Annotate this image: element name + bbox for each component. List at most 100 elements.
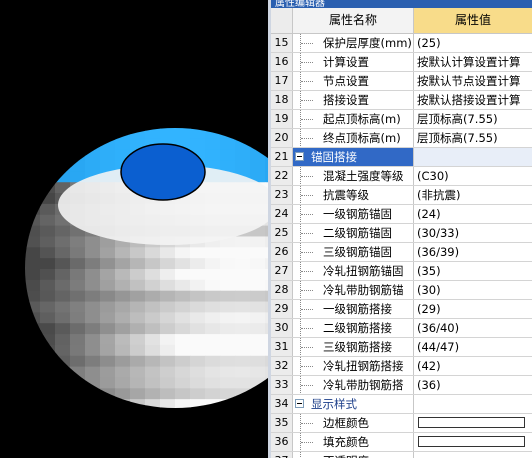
property-name-cell[interactable]: 起点顶标高(m) (293, 110, 414, 128)
property-value-cell[interactable]: (30/33) (414, 224, 532, 242)
property-name-cell[interactable]: 三级钢筋锚固 (293, 243, 414, 261)
tree-branch (301, 119, 313, 121)
property-value-cell[interactable] (414, 452, 532, 458)
tree-branch (301, 214, 313, 216)
property-value-cell[interactable]: (36/40) (414, 319, 532, 337)
property-name-label: 冷轧扭钢筋搭接 (323, 359, 404, 373)
property-value-cell[interactable] (414, 433, 532, 451)
property-row[interactable]: 36 填充颜色 (271, 433, 532, 452)
collapse-icon[interactable] (295, 152, 304, 161)
property-name-cell[interactable]: 填充颜色 (293, 433, 414, 451)
property-row[interactable]: 29 一级钢筋搭接 (29) (271, 300, 532, 319)
property-value-cell[interactable]: (30) (414, 281, 532, 299)
row-index: 15 (271, 34, 293, 52)
property-row[interactable]: 28 冷轧带肋钢筋锚 (30) (271, 281, 532, 300)
property-name-cell[interactable]: 冷轧扭钢筋锚固 (293, 262, 414, 280)
property-name-cell[interactable]: 显示样式 (293, 395, 414, 413)
property-row[interactable]: 20 终点顶标高(m) 层顶标高(7.55) (271, 129, 532, 148)
3d-viewport[interactable] (0, 0, 268, 458)
property-name-cell[interactable]: 不透明度 (293, 452, 414, 458)
property-name-cell[interactable]: 终点顶标高(m) (293, 129, 414, 147)
property-name-label: 边框颜色 (323, 416, 369, 430)
property-name-label: 显示样式 (311, 397, 357, 411)
property-value-cell[interactable] (414, 414, 532, 432)
property-value-cell[interactable]: (36) (414, 376, 532, 394)
tree-line (300, 452, 302, 458)
row-index: 27 (271, 262, 293, 280)
property-row[interactable]: 23 抗震等级 (非抗震) (271, 186, 532, 205)
tree-branch (301, 271, 313, 273)
property-value-cell[interactable]: (42) (414, 357, 532, 375)
tree-branch (301, 328, 313, 330)
property-value-cell[interactable] (414, 395, 532, 413)
property-value-cell[interactable]: 按默认计算设置计算 (414, 53, 532, 71)
property-name-cell[interactable]: 节点设置 (293, 72, 414, 90)
property-name-cell[interactable]: 计算设置 (293, 53, 414, 71)
property-row[interactable]: 15 保护层厚度(mm) (25) (271, 34, 532, 53)
property-name-cell[interactable]: 一级钢筋锚固 (293, 205, 414, 223)
property-group-row[interactable]: 21 锚固搭接 (271, 148, 532, 167)
property-row[interactable]: 37 不透明度 (271, 452, 532, 458)
property-name-cell[interactable]: 一级钢筋搭接 (293, 300, 414, 318)
property-name-label: 一级钢筋锚固 (323, 207, 392, 221)
collapse-icon[interactable] (295, 399, 304, 408)
property-value-cell[interactable]: (24) (414, 205, 532, 223)
property-row[interactable]: 35 边框颜色 (271, 414, 532, 433)
tree-branch (301, 252, 313, 254)
row-index: 34 (271, 395, 293, 413)
property-row[interactable]: 19 起点顶标高(m) 层顶标高(7.55) (271, 110, 532, 129)
color-swatch[interactable] (418, 417, 525, 428)
property-name-cell[interactable]: 保护层厚度(mm) (293, 34, 414, 52)
property-value-cell[interactable] (414, 148, 532, 166)
row-index: 16 (271, 53, 293, 71)
property-value-cell[interactable]: 按默认节点设置计算 (414, 72, 532, 90)
color-swatch[interactable] (418, 436, 525, 447)
property-name-cell[interactable]: 二级钢筋搭接 (293, 319, 414, 337)
property-name-cell[interactable]: 冷轧扭钢筋搭接 (293, 357, 414, 375)
tree-branch (301, 138, 313, 140)
property-value-cell[interactable]: (C30) (414, 167, 532, 185)
property-row[interactable]: 25 二级钢筋锚固 (30/33) (271, 224, 532, 243)
row-index: 22 (271, 167, 293, 185)
property-value-label: (44/47) (417, 340, 460, 354)
property-name-cell[interactable]: 混凝土强度等级 (293, 167, 414, 185)
property-row[interactable]: 31 三级钢筋搭接 (44/47) (271, 338, 532, 357)
property-row[interactable]: 18 搭接设置 按默认搭接设置计算 (271, 91, 532, 110)
property-row[interactable]: 27 冷轧扭钢筋锚固 (35) (271, 262, 532, 281)
property-value-cell[interactable]: 层顶标高(7.55) (414, 110, 532, 128)
property-row[interactable]: 30 二级钢筋搭接 (36/40) (271, 319, 532, 338)
property-name-cell[interactable]: 边框颜色 (293, 414, 414, 432)
property-value-cell[interactable]: (29) (414, 300, 532, 318)
property-value-cell[interactable]: 按默认搭接设置计算 (414, 91, 532, 109)
property-value-cell[interactable]: 层顶标高(7.55) (414, 129, 532, 147)
property-name-label: 填充颜色 (323, 435, 369, 449)
property-row[interactable]: 24 一级钢筋锚固 (24) (271, 205, 532, 224)
property-value-cell[interactable]: (35) (414, 262, 532, 280)
property-name-cell[interactable]: 锚固搭接 (293, 148, 414, 166)
property-name-cell[interactable]: 搭接设置 (293, 91, 414, 109)
property-name-cell[interactable]: 二级钢筋锚固 (293, 224, 414, 242)
property-row[interactable]: 26 三级钢筋锚固 (36/39) (271, 243, 532, 262)
property-name-cell[interactable]: 冷轧带肋钢筋锚 (293, 281, 414, 299)
property-rows: 15 保护层厚度(mm) (25) 16 计算设置 按默认计算设置计算 17 节点设置 按默认节… (271, 34, 532, 458)
property-row[interactable]: 22 混凝土强度等级 (C30) (271, 167, 532, 186)
property-value-label: (36) (417, 378, 441, 392)
property-name-label: 三级钢筋锚固 (323, 245, 392, 259)
property-name-cell[interactable]: 冷轧带肋钢筋搭 (293, 376, 414, 394)
property-group-row[interactable]: 34 显示样式 (271, 395, 532, 414)
header-property-value: 属性值 (414, 8, 532, 34)
property-row[interactable]: 32 冷轧扭钢筋搭接 (42) (271, 357, 532, 376)
property-value-cell[interactable]: (非抗震) (414, 186, 532, 204)
property-value-cell[interactable]: (25) (414, 34, 532, 52)
property-row[interactable]: 16 计算设置 按默认计算设置计算 (271, 53, 532, 72)
property-value-cell[interactable]: (44/47) (414, 338, 532, 356)
property-row[interactable]: 17 节点设置 按默认节点设置计算 (271, 72, 532, 91)
property-name-label: 冷轧带肋钢筋搭 (323, 378, 404, 392)
property-value-cell[interactable]: (36/39) (414, 243, 532, 261)
property-name-cell[interactable]: 抗震等级 (293, 186, 414, 204)
property-row[interactable]: 33 冷轧带肋钢筋搭 (36) (271, 376, 532, 395)
tree-branch (301, 233, 313, 235)
property-name-cell[interactable]: 三级钢筋搭接 (293, 338, 414, 356)
row-index: 17 (271, 72, 293, 90)
row-index: 36 (271, 433, 293, 451)
